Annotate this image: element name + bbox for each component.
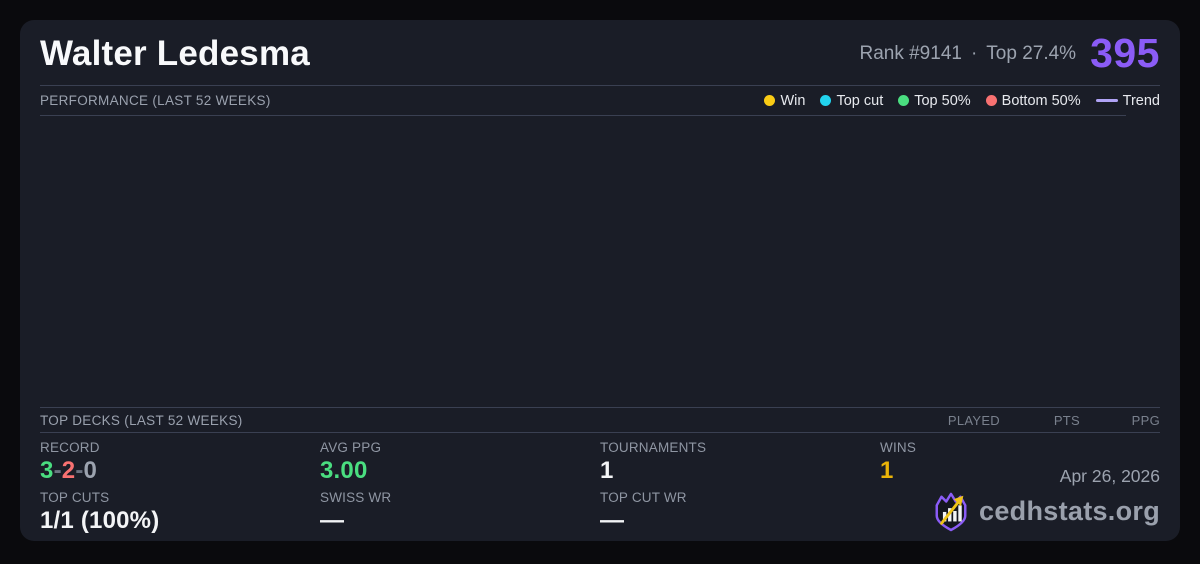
column-header-ppg: PPG: [1080, 413, 1160, 428]
record-sep: -: [54, 457, 62, 484]
legend-label: Top cut: [836, 93, 883, 109]
top-cut-dot-icon: [820, 95, 831, 106]
top-decks-section-title: TOP DECKS (LAST 52 WEEKS): [40, 413, 243, 428]
player-score: 395: [1090, 33, 1160, 74]
legend-item-top50[interactable]: Top 50%: [898, 93, 970, 109]
top-decks-columns: PLAYED PTS PPG: [920, 413, 1160, 428]
rank-separator: ·: [971, 43, 977, 65]
column-header-pts: PTS: [1000, 413, 1080, 428]
legend-label: Win: [780, 93, 805, 109]
win-dot-icon: [764, 95, 775, 106]
swiss-wr-label: SWISS WR: [320, 490, 600, 505]
legend-item-bottom50[interactable]: Bottom 50%: [986, 93, 1081, 109]
header-right: Rank #9141 · Top 27.4% 395: [859, 33, 1160, 74]
player-stats-card: Walter Ledesma Rank #9141 · Top 27.4% 39…: [20, 20, 1180, 541]
tournaments-value: 1: [600, 458, 880, 484]
stat-cell-avg-ppg: AVG PPG 3.00 SWISS WR —: [320, 440, 600, 540]
card-footer: Apr 26, 2026 cedhstats.org: [932, 466, 1160, 532]
top-cut-wr-label: TOP CUT WR: [600, 490, 880, 505]
top-cuts-value: 1/1 (100%): [40, 508, 320, 534]
cedhstats-logo-icon: [932, 490, 970, 532]
brand[interactable]: cedhstats.org: [932, 490, 1160, 532]
player-name: Walter Ledesma: [40, 34, 310, 74]
legend-label: Top 50%: [914, 93, 970, 109]
record-label: RECORD: [40, 440, 320, 455]
legend-item-trend[interactable]: Trend: [1096, 93, 1160, 109]
stat-cell-record: RECORD 3-2-0 TOP CUTS 1/1 (100%): [40, 440, 320, 540]
wins-label: WINS: [880, 440, 1160, 455]
legend-item-top-cut[interactable]: Top cut: [820, 93, 883, 109]
column-header-played: PLAYED: [920, 413, 1000, 428]
rank-line: Rank #9141 · Top 27.4%: [859, 43, 1076, 65]
swiss-wr-value: —: [320, 508, 600, 534]
bottom50-dot-icon: [986, 95, 997, 106]
top-percent-text: Top 27.4%: [986, 43, 1076, 65]
card-header: Walter Ledesma Rank #9141 · Top 27.4% 39…: [40, 20, 1160, 86]
record-losses: 2: [62, 457, 76, 484]
top50-dot-icon: [898, 95, 909, 106]
record-draws: 0: [84, 457, 98, 484]
trend-line-icon: [1096, 99, 1118, 102]
legend-item-win[interactable]: Win: [764, 93, 805, 109]
top-cuts-label: TOP CUTS: [40, 490, 320, 505]
legend-label: Trend: [1123, 93, 1160, 109]
performance-section-title: PERFORMANCE (LAST 52 WEEKS): [40, 93, 271, 108]
performance-chart-area: [40, 116, 1160, 407]
rank-text: Rank #9141: [859, 43, 961, 65]
stat-cell-tournaments: TOURNAMENTS 1 TOP CUT WR —: [600, 440, 880, 540]
record-sep: -: [75, 457, 83, 484]
record-value: 3-2-0: [40, 458, 320, 484]
tournaments-label: TOURNAMENTS: [600, 440, 880, 455]
chart-legend: Win Top cut Top 50% Bottom 50% Trend: [764, 93, 1160, 109]
legend-label: Bottom 50%: [1002, 93, 1081, 109]
record-wins: 3: [40, 457, 54, 484]
performance-header-row: PERFORMANCE (LAST 52 WEEKS) Win Top cut …: [40, 86, 1160, 115]
avg-ppg-value: 3.00: [320, 458, 600, 484]
avg-ppg-label: AVG PPG: [320, 440, 600, 455]
brand-text: cedhstats.org: [979, 496, 1160, 527]
date-text: Apr 26, 2026: [1060, 466, 1160, 487]
top-decks-header-row: TOP DECKS (LAST 52 WEEKS) PLAYED PTS PPG: [40, 407, 1160, 433]
top-cut-wr-value: —: [600, 508, 880, 534]
